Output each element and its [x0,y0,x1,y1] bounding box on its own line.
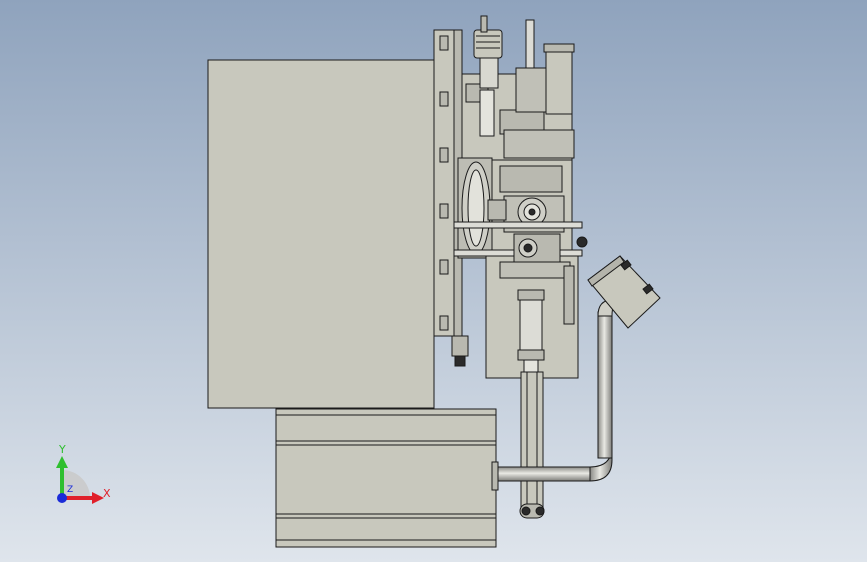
y-axis-label: Y [58,443,66,456]
z-axis-dot [57,493,67,503]
mounting-plate [433,29,455,337]
x-axis-label: X [103,487,111,500]
servo-motor-top [545,43,573,115]
side-handle-knob [576,236,588,248]
z-axis-label: Z [67,485,73,495]
vertical-shaft [520,371,544,513]
electrical-cabinet [207,59,435,409]
base-motor-housing [275,408,497,548]
cad-viewport[interactable]: Y X Z [0,0,867,562]
assembly-drawing: Y X Z [0,0,867,562]
top-adjust-knob [473,29,503,59]
